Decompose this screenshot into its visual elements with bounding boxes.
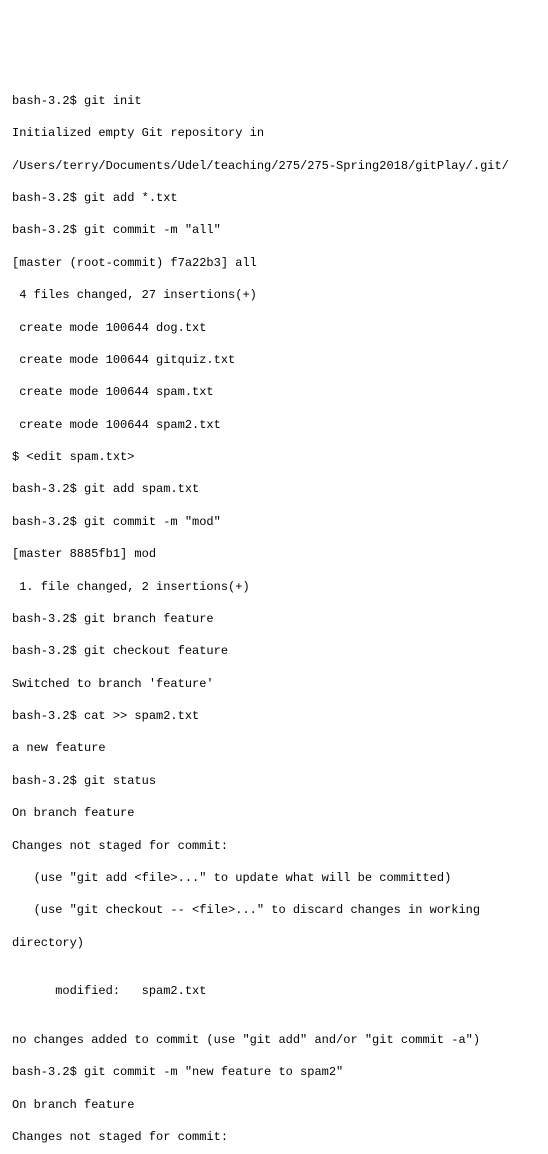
terminal-line: no changes added to commit (use "git add…: [12, 1032, 548, 1048]
terminal-line: bash-3.2$ git commit -m "mod": [12, 514, 548, 530]
terminal-line: Changes not staged for commit:: [12, 838, 548, 854]
terminal-line: bash-3.2$ git add *.txt: [12, 190, 548, 206]
terminal-line: (use "git add <file>..." to update what …: [12, 870, 548, 886]
terminal-line: directory): [12, 935, 548, 951]
terminal-line: Initialized empty Git repository in: [12, 125, 548, 141]
terminal-line: [master (root-commit) f7a22b3] all: [12, 255, 548, 271]
terminal-line: bash-3.2$ git branch feature: [12, 611, 548, 627]
terminal-line: bash-3.2$ cat >> spam2.txt: [12, 708, 548, 724]
terminal-line: On branch feature: [12, 1097, 548, 1113]
terminal-line: (use "git checkout -- <file>..." to disc…: [12, 902, 548, 918]
terminal-line: $ <edit spam.txt>: [12, 449, 548, 465]
terminal-line: [master 8885fb1] mod: [12, 546, 548, 562]
terminal-line: Changes not staged for commit:: [12, 1129, 548, 1145]
terminal-line: create mode 100644 dog.txt: [12, 320, 548, 336]
terminal-line: 4 files changed, 27 insertions(+): [12, 287, 548, 303]
terminal-line: bash-3.2$ git commit -m "all": [12, 222, 548, 238]
terminal-line: bash-3.2$ git init: [12, 93, 548, 109]
terminal-line: Switched to branch 'feature': [12, 676, 548, 692]
terminal-line: create mode 100644 gitquiz.txt: [12, 352, 548, 368]
terminal-line: create mode 100644 spam2.txt: [12, 417, 548, 433]
terminal-line: create mode 100644 spam.txt: [12, 384, 548, 400]
terminal-line: modified: spam2.txt: [12, 983, 548, 999]
terminal-output: bash-3.2$ git init Initialized empty Git…: [12, 77, 548, 1154]
terminal-line: a new feature: [12, 740, 548, 756]
terminal-line: /Users/terry/Documents/Udel/teaching/275…: [12, 158, 548, 174]
terminal-line: bash-3.2$ git checkout feature: [12, 643, 548, 659]
terminal-line: bash-3.2$ git status: [12, 773, 548, 789]
terminal-line: bash-3.2$ git add spam.txt: [12, 481, 548, 497]
terminal-line: bash-3.2$ git commit -m "new feature to …: [12, 1064, 548, 1080]
terminal-line: 1. file changed, 2 insertions(+): [12, 579, 548, 595]
terminal-line: On branch feature: [12, 805, 548, 821]
